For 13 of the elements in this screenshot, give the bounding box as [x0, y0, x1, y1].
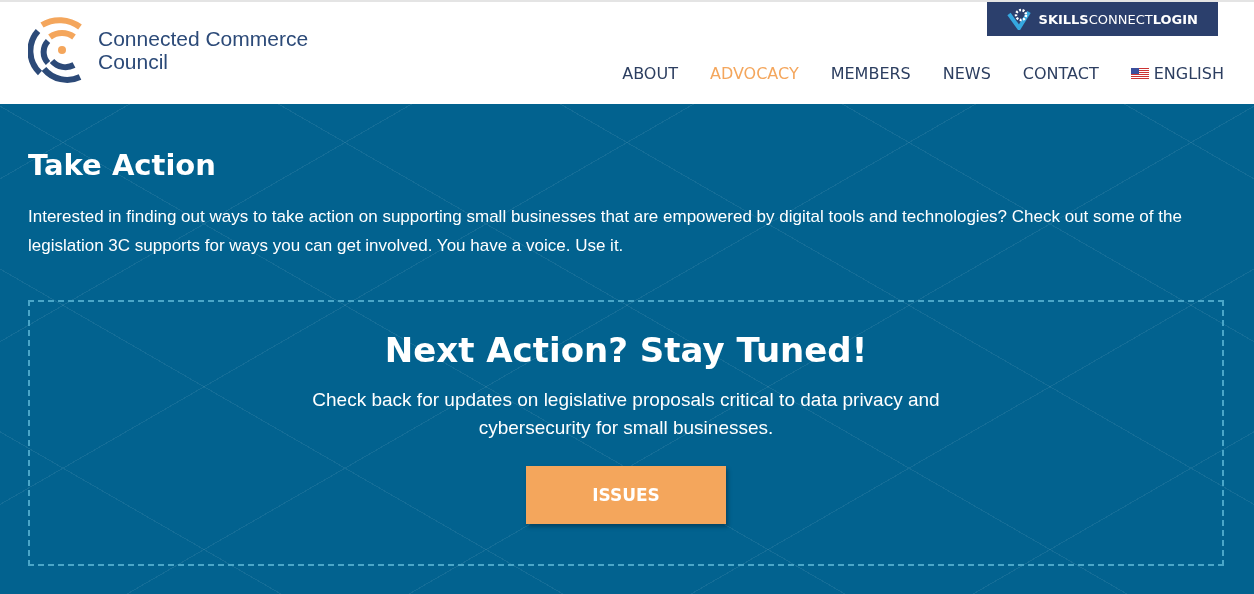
callout-text: Check back for updates on legislative proposals critical to data privacy and cybersecurity for small businesses.: [311, 388, 941, 440]
intro-text: Interested in finding out ways to take action on supporting small businesses that are empowered by digital tools and technologies? Check out some of the legislation 3C supports for ways you can get involved. You have a voice. Use it.: [28, 206, 1183, 257]
flag-icon: [1130, 67, 1149, 80]
nav-link[interactable]: ENGLISH: [1130, 64, 1224, 83]
section-title: Take Action: [28, 148, 217, 182]
nav-link[interactable]: ABOUT: [622, 64, 678, 83]
nav-link[interactable]: MEMBERS: [830, 64, 911, 83]
login-button[interactable]: SKILLSCONNECTLOGIN: [986, 2, 1218, 36]
callout-title: Next Action? Stay Tuned!: [384, 330, 868, 370]
logo-text: Connected Commerce Council: [98, 27, 309, 73]
nav-link[interactable]: NEWS: [942, 64, 991, 83]
nav-link[interactable]: CONTACT: [1022, 64, 1099, 83]
logo-icon: [28, 17, 84, 83]
